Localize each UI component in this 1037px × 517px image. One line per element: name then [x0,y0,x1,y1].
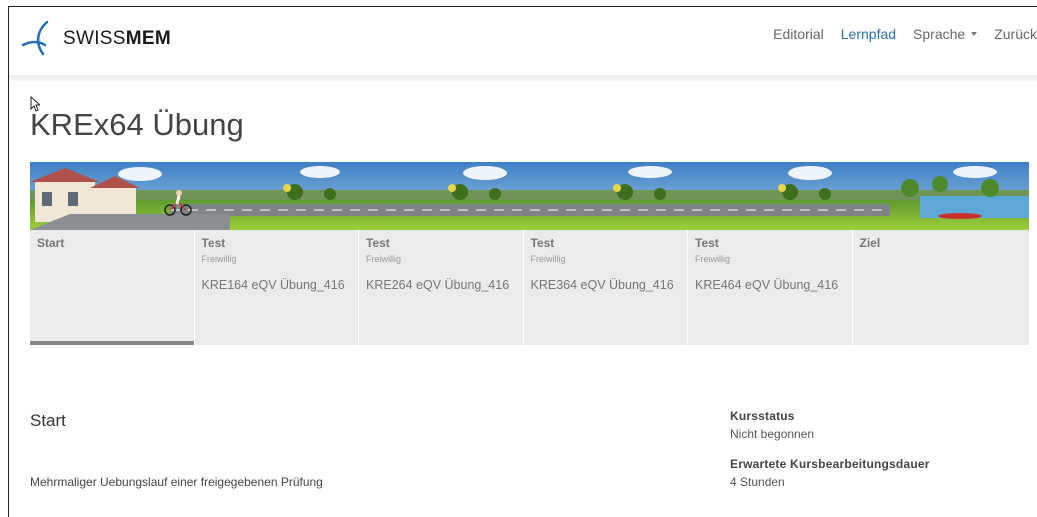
course-status-label: Kursstatus [730,409,795,423]
nav-zurueck[interactable]: Zurück [994,26,1037,42]
course-duration-label: Erwartete Kursbearbeitungsdauer [730,457,930,471]
nav-sprache-dropdown[interactable]: Sprache [913,26,978,42]
stage-test-4[interactable]: Test Freiwillig KRE464 eQV Übung_416 [688,230,853,345]
nav-editorial[interactable]: Editorial [773,26,824,42]
stage-start[interactable]: Start [30,230,195,345]
stage-type: Freiwillig [530,254,566,264]
caret-down-icon [971,32,978,37]
stage-link-kre464[interactable]: KRE464 eQV Übung_416 [695,278,845,292]
nav-sprache-label: Sprache [913,26,966,42]
top-navbar: SWISSMEM Editorial Lernpfad Sprache Zurü… [9,7,1037,75]
stage-link-kre364[interactable]: KRE364 eQV Übung_416 [531,278,681,292]
stage-link-kre164[interactable]: KRE164 eQV Übung_416 [202,278,352,292]
navbar-shadow [9,75,1037,81]
stage-name: Ziel [859,236,881,250]
stage-type: Freiwillig [201,254,237,264]
stage-name: Test [366,236,390,250]
logo-wordmark: SWISSMEM [63,28,171,49]
main-nav: Editorial Lernpfad Sprache Zurück [756,26,1037,42]
stage-type: Freiwillig [695,254,731,264]
swissmem-logo-icon [21,20,49,56]
swissmem-logo[interactable]: SWISSMEM [21,19,171,57]
course-info-panel: Kursstatus Nicht begonnen Erwartete Kurs… [730,409,1020,489]
section-title: Start [30,411,66,430]
page-title: KREx64 Übung [30,107,244,142]
course-duration-value: 4 Stunden [730,475,785,489]
nav-lernpfad[interactable]: Lernpfad [841,26,896,42]
stage-name: Test [530,236,555,250]
learning-path-stages: Start Test Freiwillig KRE164 eQV Übung_4… [30,230,1029,345]
stage-link-kre264[interactable]: KRE264 eQV Übung_416 [366,278,516,292]
course-status-value: Nicht begonnen [730,427,815,441]
stage-test-3[interactable]: Test Freiwillig KRE364 eQV Übung_416 [523,230,688,345]
stage-test-2[interactable]: Test Freiwillig KRE264 eQV Übung_416 [359,230,524,345]
stage-name: Test [201,236,226,250]
stage-name: Start [37,236,65,250]
stage-ziel[interactable]: Ziel [852,230,1029,345]
stage-progress-bar [30,341,194,345]
learning-path-banner-image [30,162,1029,230]
stage-test-1[interactable]: Test Freiwillig KRE164 eQV Übung_416 [194,230,359,345]
section-description: Mehrmaliger Uebungslauf einer freigegebe… [30,475,323,489]
stage-type: Freiwillig [366,254,402,264]
stage-name: Test [695,236,719,250]
